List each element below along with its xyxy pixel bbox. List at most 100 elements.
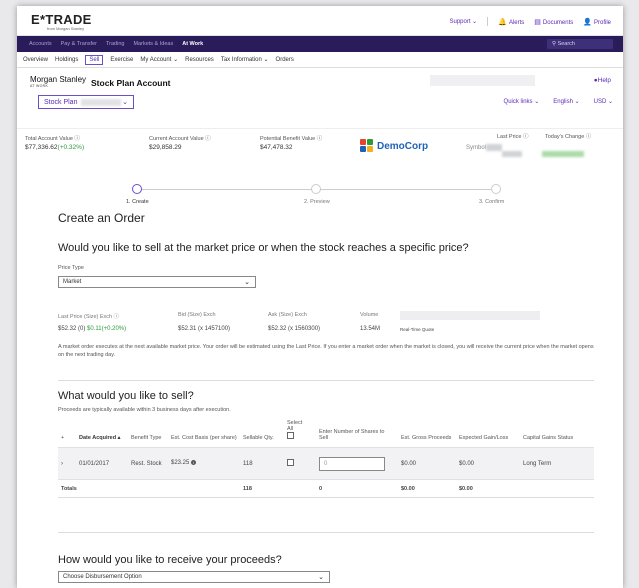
search-input[interactable]: ⚲ Search: [547, 39, 613, 49]
todays-change-label: Today's Change ⓘ: [545, 134, 592, 140]
subnav-resources[interactable]: Resources: [185, 57, 214, 63]
help-label: Help: [597, 77, 611, 84]
info-icon[interactable]: i: [191, 460, 197, 466]
company-name: DemoCorp: [377, 140, 429, 152]
subnav-my-account[interactable]: My Account ⌄: [140, 56, 178, 63]
account-options: Quick links ⌄ English ⌄ USD ⌄: [504, 98, 613, 105]
alerts-link[interactable]: 🔔 Alerts: [498, 18, 524, 26]
total-change: (+0.32%): [57, 144, 85, 151]
current-value: $29,858.29: [149, 144, 182, 151]
redacted-plan-number: [81, 98, 122, 106]
total-label: Total Account Value ⓘ: [25, 136, 80, 142]
select-all-checkbox[interactable]: [287, 432, 294, 439]
totals-qty: 118: [240, 479, 284, 498]
bid-label: Bid (Size) Exch: [178, 312, 216, 318]
symbol-label: Symbol: [466, 145, 487, 151]
sub-nav: Overview Holdings Sell Exercise My Accou…: [17, 52, 623, 68]
expand-all-header[interactable]: +: [58, 418, 76, 448]
last-price-change: $0.11(+0.20%): [87, 326, 127, 332]
subnav-exercise[interactable]: Exercise: [110, 57, 133, 63]
plan-label: Stock Plan: [44, 98, 78, 106]
section-divider: [58, 532, 594, 533]
sell-question: What would you like to sell?: [58, 390, 194, 402]
bid-value: $52.31 (x 1457100): [178, 326, 231, 332]
create-order-heading: Create an Order: [58, 211, 145, 225]
step-create: 1. Create: [126, 199, 149, 205]
sort-icon: ▴: [117, 435, 121, 441]
last-price-quote: $52.32 (0) $0.11(+0.20%): [58, 326, 126, 332]
subnav-tax-information[interactable]: Tax Information ⌄: [221, 56, 269, 63]
search-placeholder: Search: [557, 41, 575, 47]
logo-subtitle: from Morgan Stanley: [47, 26, 85, 31]
step-confirm: 3. Confirm: [479, 199, 505, 205]
search-icon: ⚲: [552, 41, 557, 47]
subnav-holdings[interactable]: Holdings: [55, 57, 78, 63]
row-capital-gains-status: Long Term: [520, 447, 594, 480]
company-logo: DemoCorp: [360, 139, 428, 153]
subnav-sell[interactable]: Sell: [85, 54, 104, 65]
democorp-icon: [360, 139, 374, 153]
row-cost-value: $23.25: [171, 460, 190, 467]
account-header: Morgan Stanley AT WORK Stock Plan Accoun…: [17, 68, 623, 128]
row-select: [284, 447, 316, 480]
disbursement-value: Choose Disbursement Option: [63, 574, 142, 580]
benefit-label: Potential Benefit Value ⓘ: [260, 136, 323, 142]
totals-gain: $0.00: [456, 479, 520, 498]
shares-to-sell-input[interactable]: 0: [319, 456, 385, 471]
select-all-label: Select All: [287, 420, 303, 432]
capital-gains-header: Capital Gains Status: [523, 435, 574, 441]
help-link[interactable]: ●Help: [594, 77, 611, 84]
sell-subtitle: Proceeds are typically available within …: [58, 407, 231, 413]
redacted-last-price: [502, 151, 522, 157]
section-divider: [58, 380, 594, 381]
totals-proceeds: $0.00: [398, 479, 456, 498]
row-date: 01/01/2017: [76, 447, 128, 480]
step-dot-preview: [311, 184, 321, 194]
documents-link[interactable]: ▤ Documents: [534, 18, 573, 26]
subnav-overview[interactable]: Overview: [23, 57, 48, 63]
page-title: Stock Plan Account: [91, 78, 171, 88]
cost-basis-header: Est. Cost Basis (per share): [171, 435, 237, 441]
disbursement-dropdown[interactable]: Choose Disbursement Option ⌄: [58, 571, 330, 583]
subnav-orders[interactable]: Orders: [276, 57, 294, 63]
market-order-note: A market order executes at the next avai…: [58, 344, 594, 358]
row-proceeds: $0.00: [398, 447, 456, 480]
person-icon: 👤: [583, 18, 592, 26]
price-type-dropdown[interactable]: Market ⌄: [58, 276, 256, 288]
etrade-logo[interactable]: E*TRADE: [31, 12, 92, 27]
nav-at-work[interactable]: At Work: [182, 41, 203, 47]
last-price-exch-label: Last Price (Size) Exch ⓘ: [58, 314, 120, 320]
benefit-value: $47,478.32: [260, 144, 293, 151]
nav-pay-transfer[interactable]: Pay & Transfer: [61, 41, 97, 47]
current-label: Current Account Value ⓘ: [149, 136, 211, 142]
currency-dropdown[interactable]: USD ⌄: [594, 98, 613, 105]
date-acquired-header[interactable]: Date Acquired ▴: [76, 418, 128, 448]
quick-links-dropdown[interactable]: Quick links ⌄: [504, 98, 540, 105]
divider: [487, 17, 489, 26]
row-checkbox[interactable]: [287, 459, 294, 466]
morgan-stanley-sub: AT WORK: [30, 84, 49, 88]
stock-plan-select[interactable]: Stock Plan ⌄: [38, 95, 134, 109]
volume-label: Volume: [360, 312, 379, 318]
redacted-symbol: [486, 144, 502, 151]
price-question: Would you like to sell at the market pri…: [58, 242, 469, 254]
language-dropdown[interactable]: English ⌄: [553, 98, 579, 105]
total-value-line: $77,336.62(+0.32%): [25, 144, 84, 151]
total-account-value: Total Account Value ⓘ $77,336.62(+0.32%): [25, 134, 84, 151]
price-type-label: Price Type: [58, 265, 84, 271]
support-link[interactable]: Support ⌄: [450, 18, 478, 25]
total-value: $77,336.62: [25, 144, 58, 151]
potential-benefit-value: Potential Benefit Value ⓘ $47,478.32: [260, 134, 322, 151]
nav-markets-ideas[interactable]: Markets & Ideas: [133, 41, 173, 47]
top-links: Support ⌄ 🔔 Alerts ▤ Documents 👤 Profile: [450, 17, 611, 26]
last-price-label: Last Price ⓘ: [497, 134, 529, 140]
lots-table: + Date Acquired ▴ Benefit Type Est. Cost…: [58, 418, 594, 498]
expand-row-icon[interactable]: ›: [58, 447, 76, 480]
profile-link[interactable]: 👤 Profile: [583, 18, 611, 26]
nav-trading[interactable]: Trading: [106, 41, 124, 47]
date-acquired-label: Date Acquired: [79, 435, 117, 441]
nav-accounts[interactable]: Accounts: [29, 41, 52, 47]
totals-status: [520, 479, 594, 498]
step-dot-confirm: [491, 184, 501, 194]
top-bar: E*TRADE from Morgan Stanley Support ⌄ 🔔 A…: [17, 6, 623, 36]
